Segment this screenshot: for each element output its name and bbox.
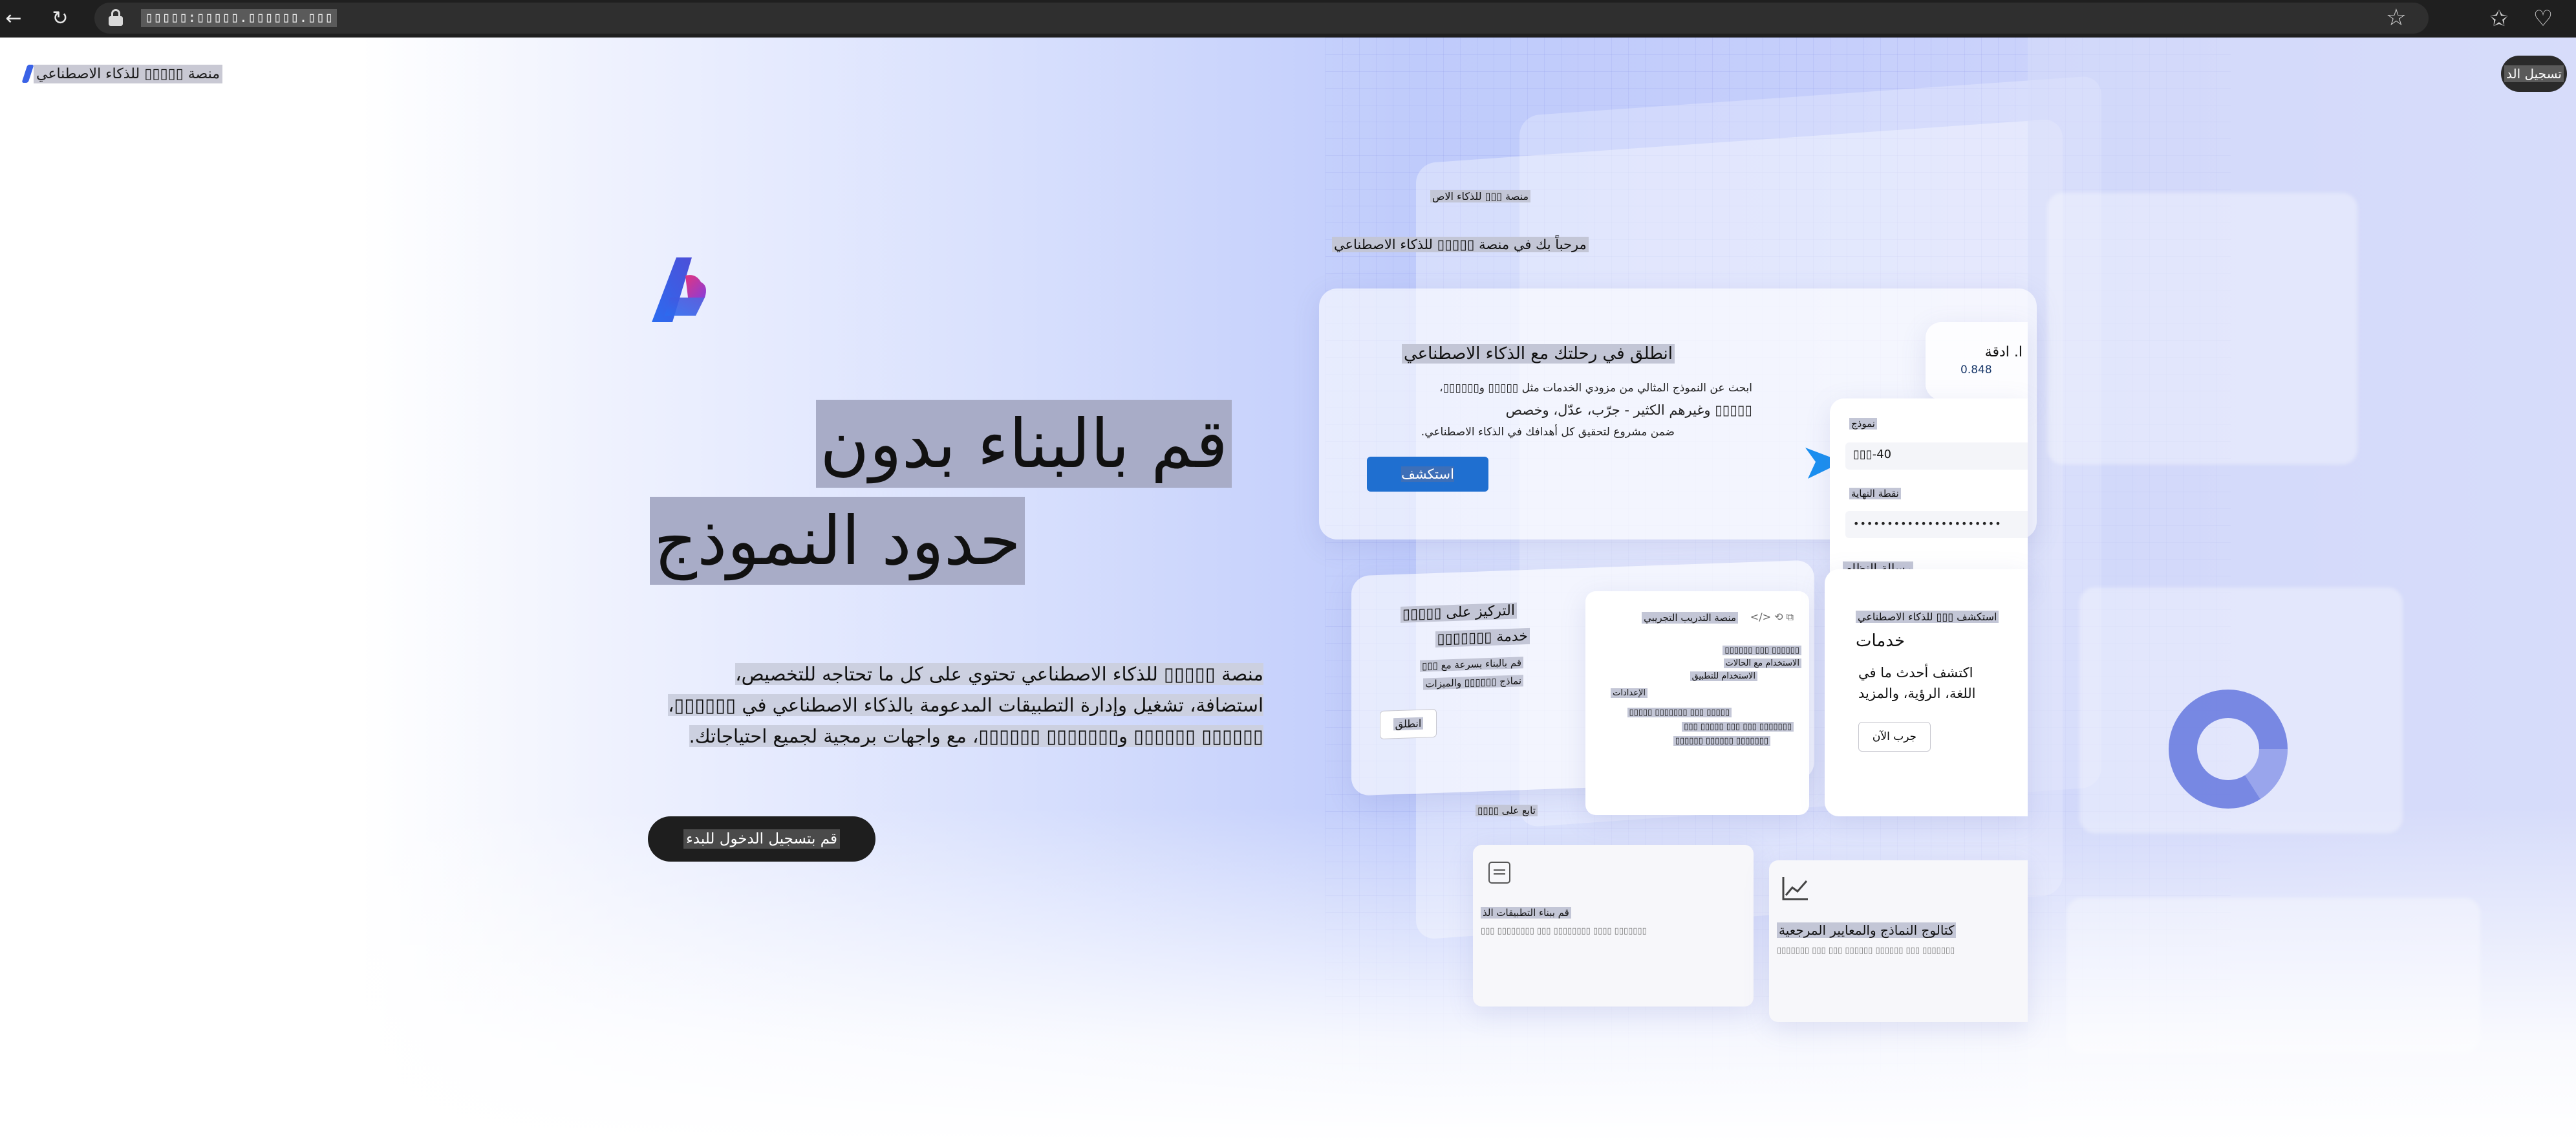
address-bar[interactable]: ▯▯▯▯▯:▯▯▯▯▯.▯▯▯▯▯▯.▯▯▯ ☆ <box>94 3 2429 34</box>
metric-card: ا. ادقة 0.848 <box>1926 322 2028 400</box>
description-line: استضافة، تشغيل وإدارة التطبيقات المدعومة… <box>668 694 1263 716</box>
model-value: ▯▯▯-40 <box>1853 448 1892 461</box>
endpoint-field-label: نقطة النهاية <box>1849 488 1901 499</box>
explore-button[interactable]: استكشف <box>1367 457 1488 492</box>
extensions-icon[interactable]: ♡ <box>2528 4 2558 34</box>
trend-chart-icon <box>1782 877 1808 900</box>
playground-text-line: ▯▯▯▯▯▯ ▯▯▯ ▯▯▯▯▯▯ <box>1723 646 1801 655</box>
metric-value: 0.848 <box>1960 364 1992 376</box>
hero-headline: قم بالبناء بدون حدود النموذج <box>650 400 1232 594</box>
model-catalog-card: كتالوج النماذج والمعايير المرجعية ▯▯▯▯▯▯… <box>1769 860 2028 1022</box>
focus-desc-line: قم بالبناء بسرعة مع ▯▯▯ <box>1420 657 1523 672</box>
model-field-label: نموذج <box>1849 418 1877 430</box>
focus-title-line: التركيز على ▯▯▯▯▯ <box>1400 602 1517 623</box>
headline-line-1: قم بالبناء بدون <box>816 400 1232 488</box>
reload-icon[interactable]: ↻ <box>47 5 74 32</box>
focus-title-line: خدمة ▯▯▯▯▯▯▯ <box>1435 627 1530 648</box>
landing-page: منصة ▯▯▯▯▯ للذكاء الاصطناعي تسجيل الد قم… <box>0 38 2576 1143</box>
metric-label: ا. ادقة <box>1984 344 2023 360</box>
favorite-star-icon[interactable]: ☆ <box>2386 5 2407 31</box>
endpoint-input[interactable]: •••••••••••••••••••••• <box>1845 511 2028 538</box>
catalog-card-subtitle: ▯▯▯▯▯▯▯ ▯▯▯ ▯▯▯▯▯▯ ▯▯▯▯▯▯ ▯▯▯ ▯▯▯ ▯▯▯▯▯▯… <box>1777 946 1955 955</box>
playground-bottom-line: ▯▯▯▯▯ ▯▯▯ ▯▯▯▯▯▯▯ ▯▯▯▯▯ <box>1627 708 1732 717</box>
services-title-line: استكشف ▯▯▯ للذكاء الاصطناعي <box>1856 611 1999 623</box>
journey-desc-line: ▯▯▯▯▯ وغيرهم الكثير - جرّب، عدّل، وخصص <box>1505 402 1752 418</box>
focus-desc-line: نماذج ▯▯▯▯▯▯ والميزات <box>1423 675 1523 690</box>
blurred-donut-chart <box>2169 690 2288 809</box>
product-logo-icon <box>652 257 706 322</box>
services-desc-line: اللغة، الرؤية، والمزيد <box>1858 686 1976 701</box>
browser-toolbar: ← ↻ ▯▯▯▯▯:▯▯▯▯▯.▯▯▯▯▯▯.▯▯▯ ☆ ✩ ♡ <box>0 0 2576 38</box>
headline-line-2: حدود النموذج <box>650 497 1025 585</box>
bottom-fade <box>0 807 2576 1143</box>
brand-label[interactable]: منصة ▯▯▯▯▯ للذكاء الاصطناعي <box>34 64 223 83</box>
back-icon[interactable]: ← <box>0 5 27 32</box>
playground-bottom-line: ▯▯▯▯▯▯▯ ▯▯▯▯▯▯ ▯▯▯▯▯▯ <box>1673 736 1770 746</box>
endpoint-value: •••••••••••••••••••••• <box>1853 517 2002 530</box>
services-desc-line: اكتشف أحدث ما في <box>1858 665 1973 680</box>
playground-tool-icons: ⧉ ⟲ </> <box>1750 611 1794 623</box>
apps-card-subtitle: ▯▯▯▯▯▯▯ ▯▯▯▯ ▯▯▯▯▯▯▯▯ ▯▯▯ ▯▯▯▯▯▯▯▯ ▯▯▯ <box>1481 926 1647 936</box>
catalog-card-title: كتالوج النماذج والمعايير المرجعية <box>1777 922 1957 938</box>
journey-title: انطلق في رحلتك مع الذكاء الاصطناعي <box>1402 344 1675 364</box>
playground-section-label: الإعدادات <box>1611 688 1648 698</box>
hero-description: منصة ▯▯▯▯▯ للذكاء الاصطناعي تحتوي على كل… <box>643 659 1263 752</box>
lock-icon[interactable] <box>109 9 123 26</box>
focus-go-label: انطلق <box>1393 717 1424 731</box>
sign-in-button[interactable]: تسجيل الد <box>2501 56 2567 92</box>
explore-label: استكشف <box>1401 466 1454 482</box>
playground-card: منصة التدريب التجريبي ⧉ ⟲ </> ▯▯▯▯▯▯ ▯▯▯… <box>1585 591 1809 815</box>
description-line: منصة ▯▯▯▯▯ للذكاء الاصطناعي تحتوي على كل… <box>735 663 1263 685</box>
favorites-icon[interactable]: ✩ <box>2484 4 2514 34</box>
try-now-button[interactable]: جرب الآن <box>1858 722 1931 752</box>
description-line: ▯▯▯▯▯▯ ▯▯▯▯▯▯ و▯▯▯▯▯▯▯ ▯▯▯▯▯▯، مع واجهات… <box>689 725 1263 747</box>
journey-desc-line: ضمن مشروع لتحقيق كل أهدافك في الذكاء الا… <box>1421 426 1675 439</box>
playground-title: منصة التدريب التجريبي <box>1642 612 1738 624</box>
try-now-label: جرب الآن <box>1872 730 1917 743</box>
brand-header[interactable]: منصة ▯▯▯▯▯ للذكاء الاصطناعي <box>21 61 223 87</box>
focus-go-button[interactable]: انطلق <box>1380 708 1437 739</box>
app-builder-icon <box>1488 862 1510 884</box>
ai-services-card: استكشف ▯▯▯ للذكاء الاصطناعي خدمات اكتشف … <box>1825 569 2028 816</box>
brand-logo-icon <box>21 63 36 84</box>
services-title-line: خدمات <box>1856 631 1905 651</box>
build-apps-card: قم ببناء التطبيقات الذ ▯▯▯▯▯▯▯ ▯▯▯▯ ▯▯▯▯… <box>1473 845 1754 1007</box>
url-text[interactable]: ▯▯▯▯▯:▯▯▯▯▯.▯▯▯▯▯▯.▯▯▯ <box>141 9 338 27</box>
illustration-top-label: منصة ▯▯▯ للذكاء الاص <box>1430 190 1531 202</box>
blurred-card <box>2047 193 2357 464</box>
apps-card-title: قم ببناء التطبيقات الذ <box>1481 907 1571 919</box>
playground-bottom-line: ▯▯▯▯▯▯▯ ▯▯▯ ▯▯▯ ▯▯▯▯▯ ▯▯▯ <box>1682 722 1794 732</box>
continue-label: تابع على ▯▯▯▯ <box>1476 805 1538 816</box>
playground-text-line: الاستخدام مع الحالات <box>1723 659 1801 668</box>
journey-desc-line: ابحث عن النموذج المثالي من مزودي الخدمات… <box>1439 382 1752 395</box>
sign-in-label: تسجيل الد <box>2504 65 2564 82</box>
model-select[interactable]: ▯▯▯-40 <box>1845 442 2028 470</box>
get-started-label: قم بتسجيل الدخول للبدء <box>683 829 841 849</box>
playground-text-line: الاستخدام للتطبيق <box>1690 671 1757 681</box>
model-settings-panel: نموذج ▯▯▯-40 نقطة النهاية ••••••••••••••… <box>1830 398 2028 586</box>
welcome-text: مرحباً بك في منصة ▯▯▯▯▯ للذكاء الاصطناعي <box>1332 237 1589 252</box>
get-started-button[interactable]: قم بتسجيل الدخول للبدء <box>648 816 875 862</box>
